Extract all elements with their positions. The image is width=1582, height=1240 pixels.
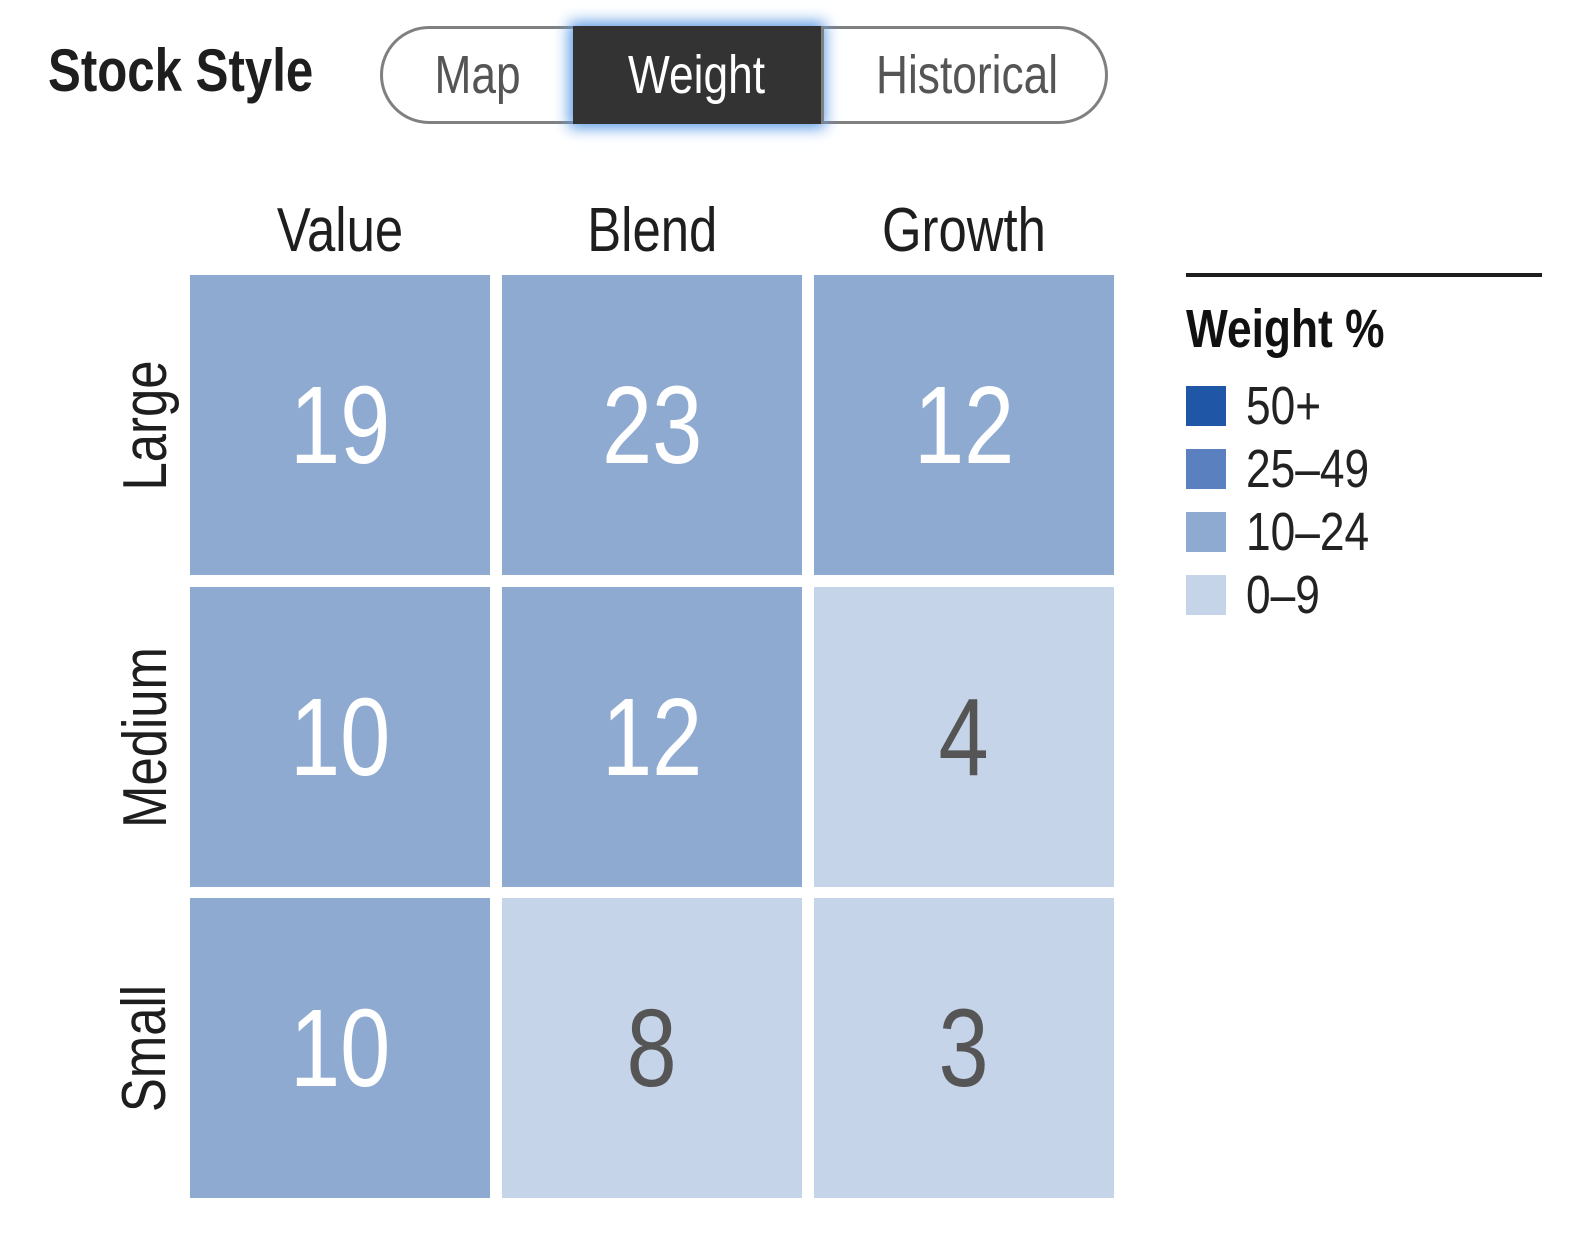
legend-label: 25–49	[1246, 439, 1370, 499]
legend-item: 25–49	[1186, 439, 1396, 499]
cell-small-growth: 3	[814, 898, 1114, 1198]
legend-swatch	[1186, 512, 1226, 552]
legend-label: 10–24	[1246, 502, 1370, 562]
view-toggle: Map Weight Historical	[380, 26, 1108, 124]
cell-medium-growth: 4	[814, 587, 1114, 887]
legend-swatch	[1186, 575, 1226, 615]
cell-small-blend: 8	[502, 898, 802, 1198]
cell-value: 19	[289, 363, 391, 487]
legend-swatch	[1186, 386, 1226, 426]
cell-large-value: 19	[190, 275, 490, 575]
cell-small-value: 10	[190, 898, 490, 1198]
cell-large-growth: 12	[814, 275, 1114, 575]
legend-item: 10–24	[1186, 502, 1396, 562]
page-title: Stock Style	[48, 37, 314, 104]
cell-large-blend: 23	[502, 275, 802, 575]
cell-medium-value: 10	[190, 587, 490, 887]
legend-title: Weight %	[1186, 299, 1385, 359]
column-header-growth: Growth	[882, 196, 1046, 265]
row-header-small: Small	[110, 984, 180, 1112]
cell-medium-blend: 12	[502, 587, 802, 887]
cell-value: 10	[289, 986, 391, 1110]
tab-map[interactable]: Map	[383, 26, 573, 124]
legend-item: 0–9	[1186, 565, 1336, 625]
tab-historical[interactable]: Historical	[821, 26, 1111, 124]
legend-divider	[1186, 273, 1542, 277]
column-header-value: Value	[276, 196, 404, 265]
legend-swatch	[1186, 449, 1226, 489]
legend-label: 0–9	[1246, 565, 1320, 625]
legend-label: 50+	[1246, 376, 1322, 436]
legend-item: 50+	[1186, 376, 1338, 436]
cell-value: 12	[913, 363, 1015, 487]
cell-value: 10	[289, 675, 391, 799]
tab-weight[interactable]: Weight	[573, 26, 821, 124]
cell-value: 23	[601, 363, 703, 487]
cell-value: 12	[601, 675, 703, 799]
cell-value: 4	[938, 675, 990, 799]
row-header-large: Large	[110, 359, 180, 491]
cell-value: 3	[938, 986, 990, 1110]
row-header-medium: Medium	[110, 646, 180, 828]
column-header-blend: Blend	[586, 196, 718, 265]
cell-value: 8	[626, 986, 678, 1110]
